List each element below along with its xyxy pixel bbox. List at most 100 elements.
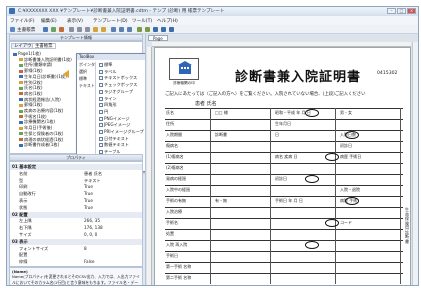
menu-help[interactable]: ヘルプ(H): [157, 18, 178, 24]
close-button[interactable]: ×: [407, 8, 416, 14]
toolbox-item[interactable]: 円: [99, 109, 108, 115]
form-field-d[interactable]: 男・女: [340, 110, 352, 116]
toolbox-category[interactable]: 標準: [79, 76, 87, 82]
form-field-a[interactable]: 氏名: [166, 110, 174, 116]
circled-choice-mark[interactable]: [325, 219, 339, 227]
property-value[interactable]: 患者 氏名: [84, 171, 102, 177]
form-field-b[interactable]: □□ 様: [215, 110, 228, 116]
menu-tools[interactable]: ツール(T): [132, 18, 152, 24]
toolbox-item[interactable]: 四角形: [99, 102, 117, 108]
form-field-b[interactable]: 有・無: [215, 198, 227, 204]
property-value[interactable]: True: [84, 184, 93, 189]
property-value[interactable]: 266, 35: [84, 218, 100, 223]
toolbox-item[interactable]: PRIイメージグループ: [99, 129, 144, 135]
circled-choice-mark[interactable]: [305, 241, 319, 249]
preview-icon[interactable]: [153, 27, 158, 32]
toolbox-item[interactable]: PNGイメージ: [99, 116, 130, 122]
menu-template[interactable]: テンプレート(D): [93, 18, 128, 24]
form-field-a[interactable]: 入院期間: [166, 132, 182, 138]
form-field-c[interactable]: 手術日 年 月 日: [275, 198, 303, 204]
align-center-icon[interactable]: [119, 27, 124, 32]
property-row[interactable]: 型 テキスト: [10, 178, 142, 184]
undo-icon[interactable]: [93, 27, 98, 32]
form-field-a[interactable]: 手術の有無: [166, 198, 186, 204]
toolbox-item[interactable]: ライン: [99, 96, 117, 102]
tab-main-form[interactable]: 主書帳票: [32, 43, 56, 49]
form-field-a[interactable]: 第二手術 名称: [166, 275, 191, 281]
align-right-icon[interactable]: [127, 27, 132, 32]
toolbox-category[interactable]: 選択: [79, 69, 87, 75]
form-field-c[interactable]: 日: [275, 132, 279, 138]
tree-item[interactable]: 診断書作成者(1枚): [19, 142, 59, 148]
circled-choice-mark[interactable]: [345, 131, 359, 139]
grid-icon[interactable]: [137, 27, 142, 32]
cut-icon[interactable]: [69, 27, 74, 32]
toolbox-item[interactable]: ラジオグループ: [99, 89, 133, 95]
redo-icon[interactable]: [101, 27, 106, 32]
form-field-c[interactable]: 病名 疾病 日: [275, 154, 298, 160]
property-row[interactable]: 名前 患者 氏名: [10, 171, 142, 177]
form-field-a[interactable]: 発病の経過: [166, 176, 186, 182]
property-row[interactable]: 枠線 False: [10, 259, 142, 265]
patient-name-field[interactable]: 患者 氏名: [195, 100, 217, 107]
circled-choice-mark[interactable]: [305, 175, 319, 183]
form-field-a[interactable]: 手術名: [166, 220, 178, 226]
property-section[interactable]: 03 表示: [10, 238, 142, 245]
property-row[interactable]: フォントサイズ 8: [10, 246, 142, 252]
vertical-scrollbar[interactable]: [412, 42, 418, 285]
form-field-d[interactable]: 病歴 手術日: [340, 154, 361, 160]
menu-view[interactable]: 表示(V): [67, 18, 83, 24]
form-number[interactable]: 0415302: [377, 71, 397, 76]
form-field-a[interactable]: 入院中の経過: [166, 187, 190, 193]
property-row[interactable]: サイズ 0, 0, 0: [10, 232, 142, 238]
property-row[interactable]: 印刷 True: [10, 184, 142, 190]
form-field-a[interactable]: 処置: [166, 231, 174, 237]
circled-choice-mark[interactable]: [345, 197, 359, 205]
property-section[interactable]: 01 基本設定: [10, 164, 142, 170]
property-value[interactable]: 8: [84, 246, 87, 251]
menu-file[interactable]: ファイル(F): [10, 18, 35, 24]
toolbox-item[interactable]: 日付テキスト: [99, 136, 129, 142]
form-field-b[interactable]: 診断書: [215, 132, 227, 138]
form-field-a[interactable]: (1)傷病名: [166, 154, 184, 160]
form-field-a[interactable]: (2)傷病名: [166, 165, 184, 171]
form-field-d[interactable]: 入院・退院: [340, 187, 360, 193]
toolbox-item[interactable]: チェックボックス: [99, 82, 137, 88]
toolbox-item[interactable]: 数値テキスト: [99, 142, 129, 148]
save-icon[interactable]: [43, 27, 48, 32]
minimize-button[interactable]: –: [387, 8, 396, 14]
form-field-c[interactable]: 初診日: [275, 176, 287, 182]
export-icon[interactable]: [169, 27, 174, 32]
add-icon[interactable]: [51, 27, 56, 32]
clinic-seal-box[interactable]: [169, 58, 199, 80]
property-row[interactable]: 自動改行 True: [10, 191, 142, 197]
form-field-a[interactable]: 入院治療: [166, 209, 182, 215]
property-value[interactable]: True: [84, 191, 93, 196]
form-field-c[interactable]: 生年月日: [275, 121, 291, 127]
toolbox-item[interactable]: ラベル: [99, 69, 117, 75]
menu-edit[interactable]: 編集(E): [41, 18, 57, 24]
form-field-d[interactable]: コード: [340, 220, 352, 226]
property-section[interactable]: 02 配置: [10, 211, 142, 218]
delete-icon[interactable]: [59, 27, 64, 32]
form-instruction[interactable]: ご記入にあたっては（ご記入の方へ）をご覧ください。入院されていない場合、(上段)…: [165, 91, 366, 97]
form-field-a[interactable]: 手術日: [166, 253, 178, 259]
property-value[interactable]: True: [84, 198, 93, 203]
form-title[interactable]: 診断書兼入院証明書: [235, 66, 361, 85]
property-value[interactable]: 176, 138: [84, 225, 103, 230]
property-row[interactable]: 表示 True: [10, 198, 142, 204]
property-row[interactable]: 配置: [10, 252, 142, 258]
form-page[interactable]: 診療機関の印 診断書兼入院証明書 0415302 ご記入にあたっては（ご記入の方…: [154, 47, 411, 285]
form-field-a[interactable]: 住所: [166, 121, 174, 127]
form-field-d[interactable]: 初診日: [340, 143, 352, 149]
circled-choice-mark[interactable]: [305, 109, 319, 117]
form-field-a[interactable]: 入院 再入院: [166, 242, 187, 248]
toolbox-item[interactable]: 標準: [99, 62, 112, 68]
property-row[interactable]: 状態 True: [10, 205, 142, 211]
toolbox-category[interactable]: ポインタ: [79, 62, 95, 68]
property-value[interactable]: False: [84, 259, 95, 264]
template-icon[interactable]: [10, 27, 15, 32]
property-value[interactable]: テキスト: [84, 178, 101, 184]
property-row[interactable]: 左上隅 266, 35: [10, 218, 142, 224]
circled-choice-mark[interactable]: [325, 153, 339, 161]
